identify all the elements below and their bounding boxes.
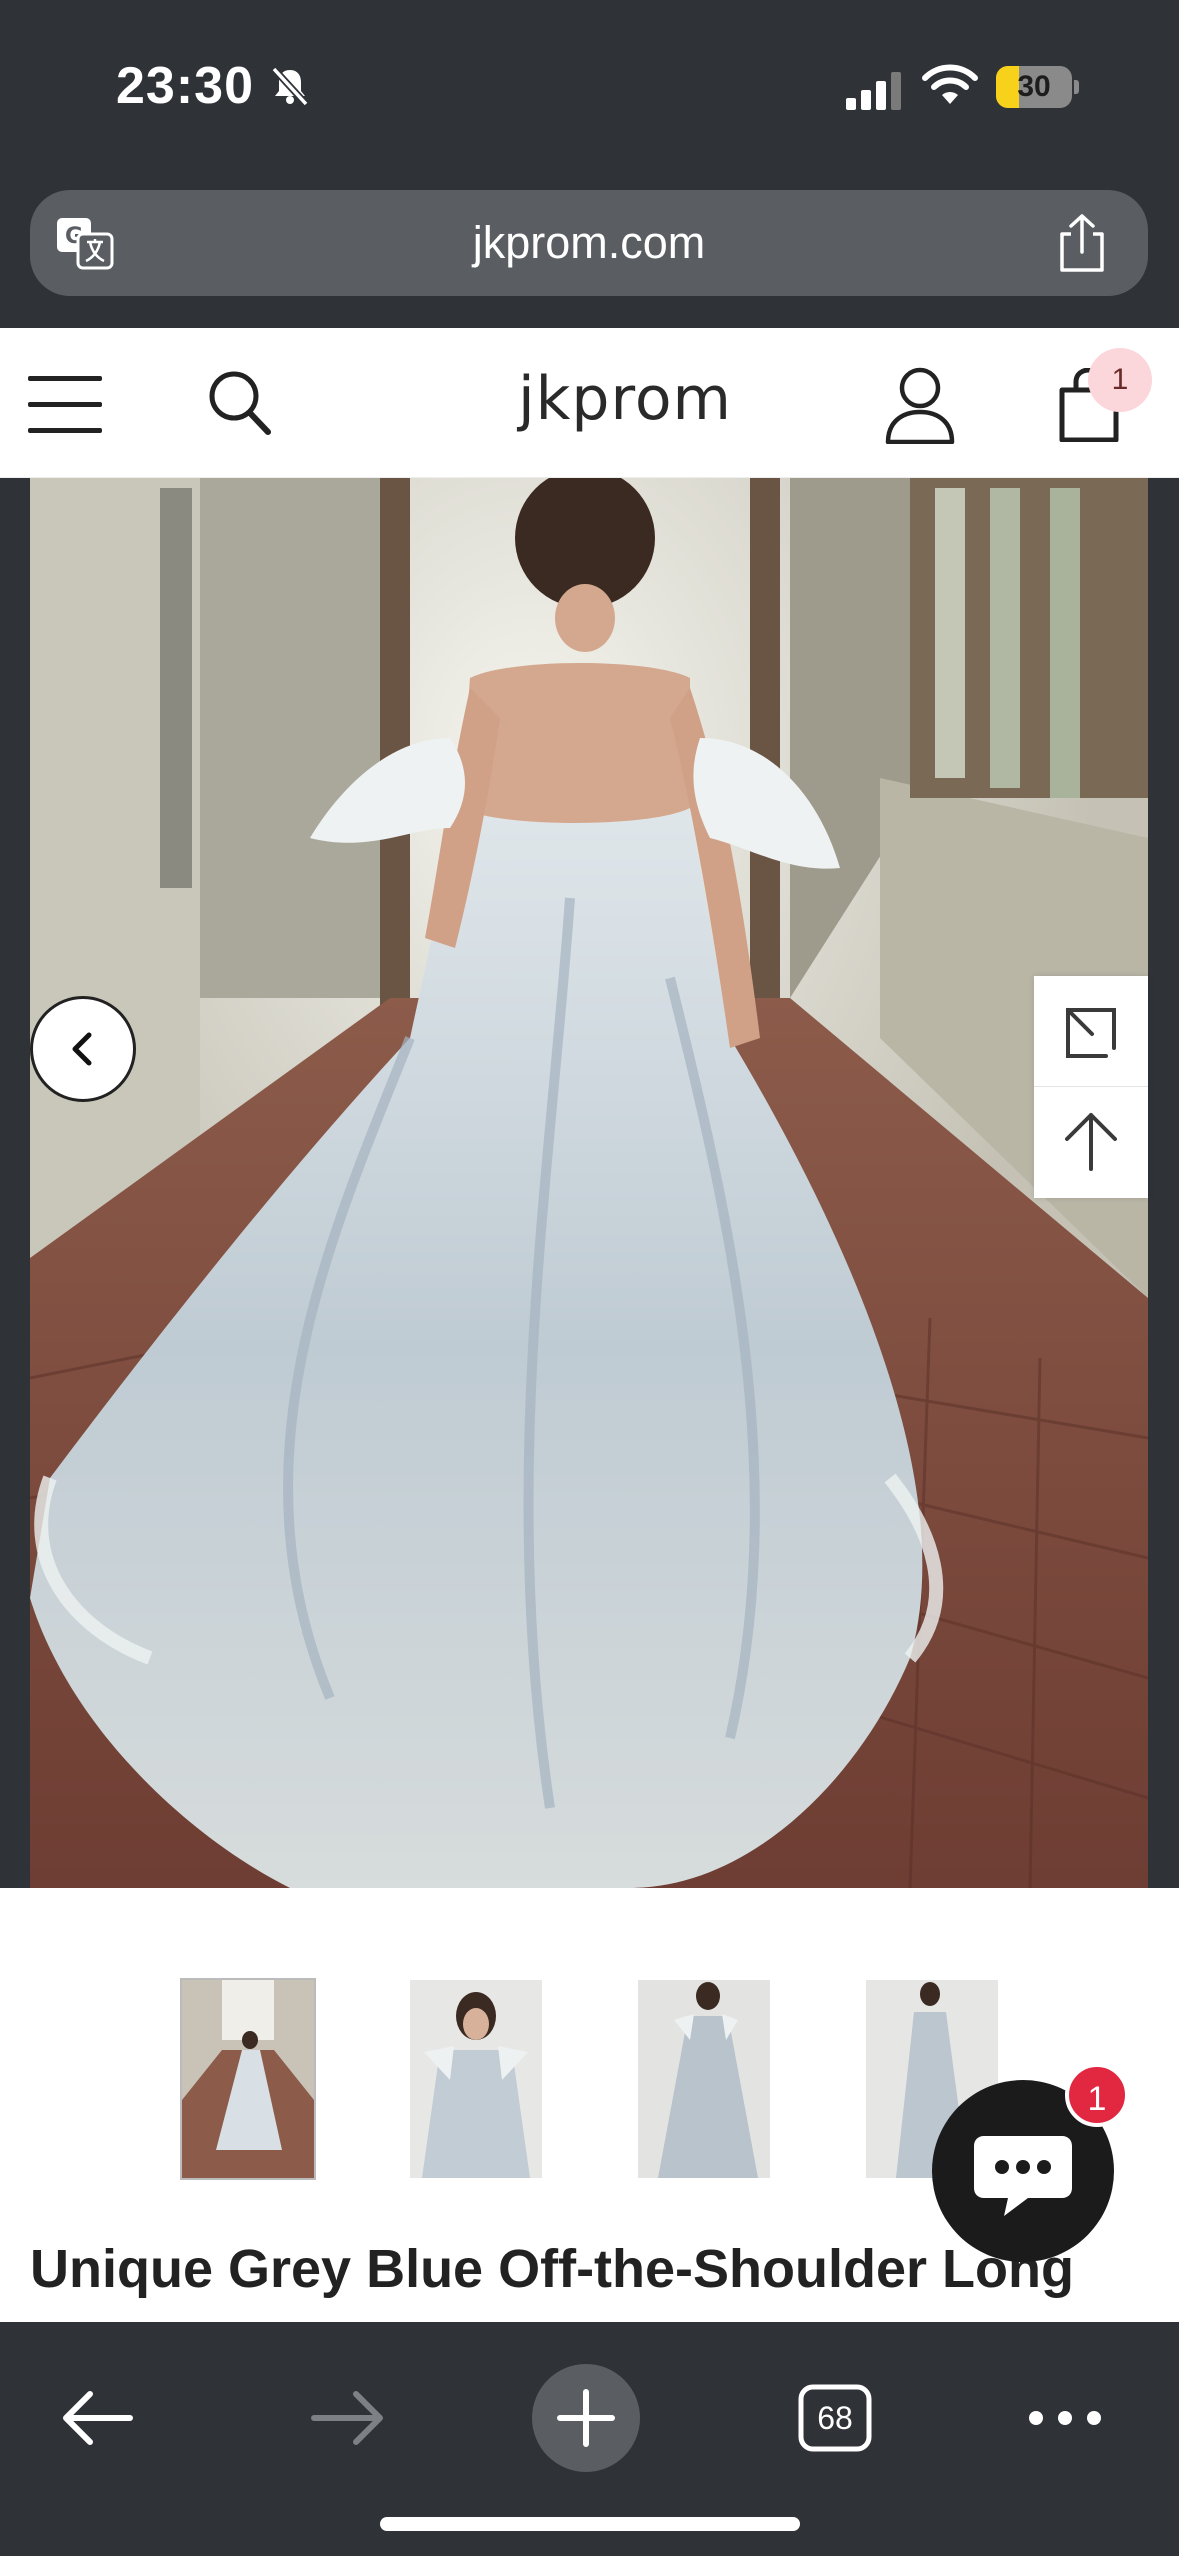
more-dots-icon[interactable] bbox=[1020, 2368, 1110, 2468]
expand-icon[interactable] bbox=[1034, 976, 1148, 1087]
thumbnail-1[interactable] bbox=[180, 1978, 316, 2180]
url-field[interactable]: jkprom.com bbox=[30, 190, 1148, 296]
dress-photo bbox=[30, 478, 1148, 1888]
wifi-icon bbox=[922, 64, 978, 104]
previous-image-button[interactable] bbox=[30, 996, 136, 1102]
tab-count: 68 bbox=[817, 2400, 853, 2436]
site-logo[interactable]: jkprom bbox=[480, 364, 770, 434]
account-icon[interactable] bbox=[884, 366, 956, 444]
address-bar[interactable]: G jkprom.com bbox=[30, 190, 1148, 296]
floating-tools bbox=[1034, 976, 1148, 1198]
menu-icon[interactable] bbox=[28, 372, 104, 436]
chat-unread-badge: 1 bbox=[1065, 2063, 1129, 2127]
cart-count-badge: 1 bbox=[1088, 348, 1152, 412]
thumbnail-3[interactable] bbox=[638, 1980, 770, 2178]
bell-slash-icon bbox=[271, 66, 309, 107]
forward-arrow-icon[interactable] bbox=[296, 2368, 396, 2468]
back-arrow-icon[interactable] bbox=[52, 2368, 152, 2468]
thumbnail-2[interactable] bbox=[410, 1980, 542, 2178]
status-bar: 23:30 30 bbox=[0, 0, 1179, 170]
new-tab-plus-icon[interactable] bbox=[530, 2362, 642, 2474]
home-indicator bbox=[380, 2517, 800, 2531]
status-time: 23:30 bbox=[116, 57, 254, 115]
site-header: jkprom bbox=[0, 328, 1179, 478]
chevron-left-icon bbox=[72, 1032, 92, 1066]
cellular-signal-icon bbox=[846, 72, 901, 110]
battery-icon: 30 bbox=[996, 66, 1080, 108]
scroll-to-top-icon[interactable] bbox=[1034, 1087, 1148, 1198]
product-title: Unique Grey Blue Off-the-Shoulder Long bbox=[30, 2239, 1074, 2299]
product-main-image[interactable] bbox=[30, 478, 1148, 1888]
tabs-button[interactable]: 68 bbox=[798, 2384, 872, 2452]
share-icon[interactable] bbox=[1054, 212, 1110, 274]
search-icon[interactable] bbox=[206, 368, 272, 438]
battery-level: 30 bbox=[1017, 70, 1051, 103]
